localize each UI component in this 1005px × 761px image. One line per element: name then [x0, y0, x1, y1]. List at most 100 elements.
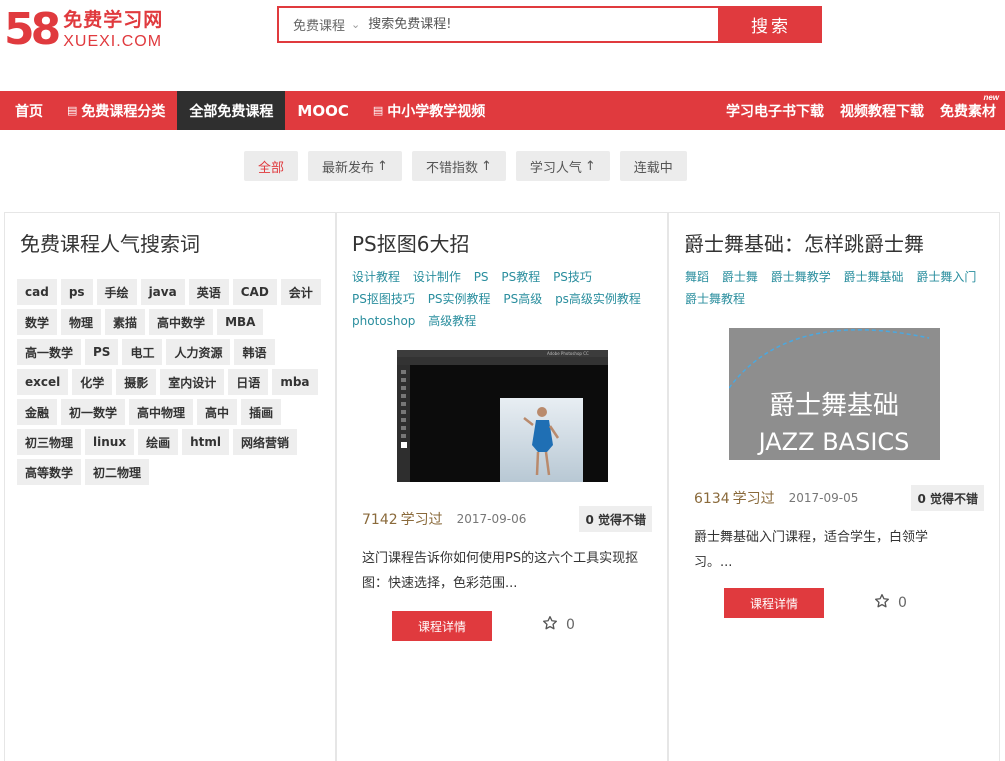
main-nav: 首页 ▤ 免费课程分类 全部免费课程 MOOC ▤ 中小学教学视频 学习电子书下载 … — [0, 91, 1005, 130]
search-tag[interactable]: java — [140, 279, 185, 305]
keyword-link[interactable]: 爵士舞教程 — [685, 292, 745, 306]
favorite-button[interactable]: 0 — [542, 615, 575, 635]
search-tag[interactable]: 会计 — [280, 279, 321, 305]
nav-ebook-download[interactable]: 学习电子书下载 — [718, 91, 832, 130]
publish-date: 2017-09-06 — [456, 512, 527, 526]
search-tag[interactable]: 日语 — [228, 369, 269, 395]
menu-icon: ▤ — [67, 104, 78, 117]
search-tag[interactable]: 化学 — [72, 369, 113, 395]
course-description: 爵士舞基础入门课程，适合学生，白领学习。... — [694, 530, 929, 570]
popular-search-title: 免费课程人气搜索词 — [20, 232, 200, 256]
course-thumbnail[interactable]: 爵士舞基础 JAZZ BASICS — [729, 328, 940, 460]
keyword-link[interactable]: 设计教程 — [352, 270, 400, 284]
search-tag[interactable]: 人力资源 — [166, 339, 231, 365]
search-tag[interactable]: PS — [85, 339, 119, 365]
keyword-link[interactable]: 爵士舞教学 — [771, 270, 831, 284]
search-tag[interactable]: 网络营销 — [233, 429, 298, 455]
nav-course-categories[interactable]: ▤ 免费课程分类 — [55, 91, 177, 130]
nav-all-courses[interactable]: 全部免费课程 — [177, 91, 286, 130]
search-button[interactable]: 搜索 — [720, 6, 822, 43]
course-detail-button[interactable]: 课程详情 — [392, 611, 492, 641]
search-tag[interactable]: 高等数学 — [17, 459, 82, 485]
search-tag[interactable]: 手绘 — [96, 279, 137, 305]
search-tag[interactable]: 高中物理 — [129, 399, 194, 425]
course-title[interactable]: PS抠图6大招 — [352, 228, 469, 257]
nav-mooc[interactable]: MOOC — [285, 91, 360, 130]
search-tag[interactable]: 数学 — [17, 309, 58, 335]
search-tag[interactable]: 室内设计 — [160, 369, 225, 395]
search-tag[interactable]: 高一数学 — [17, 339, 82, 365]
nav-video-download[interactable]: 视频教程下载 — [832, 91, 932, 130]
popular-search-panel: 免费课程人气搜索词 cad ps 手绘 java 英语 CAD 会计数学 物理 素描 高中数学 MB… — [4, 212, 336, 761]
filter-latest-label: 最新发布 — [322, 160, 375, 176]
search-tag[interactable]: 电工 — [122, 339, 163, 365]
search-tag[interactable]: 素描 — [105, 309, 146, 335]
course-stats: 6134 学习过 2017-09-05 0 觉得不错 — [694, 485, 984, 511]
logo-domain: XUEXI.COM — [63, 33, 163, 50]
search-tag[interactable]: mba — [272, 369, 318, 395]
keyword-link[interactable]: PS教程 — [501, 270, 540, 284]
keyword-link[interactable]: ps高级实例教程 — [555, 292, 641, 306]
sort-filters: 全部 最新发布 ↑ 不错指数 ↑ 学习人气 ↑ 连载中 — [244, 151, 697, 181]
filter-all[interactable]: 全部 — [244, 151, 299, 181]
search-tag[interactable]: 金融 — [17, 399, 58, 425]
course-thumbnail[interactable]: Adobe Photoshop CC — [397, 350, 608, 482]
course-title[interactable]: 爵士舞基础：怎样跳爵士舞 — [684, 228, 924, 257]
search-tag[interactable]: 英语 — [188, 279, 229, 305]
keyword-link[interactable]: 爵士舞基础 — [844, 270, 904, 284]
search-tag[interactable]: cad — [17, 279, 57, 305]
keyword-link[interactable]: photoshop — [352, 314, 415, 328]
search-tag[interactable]: ps — [60, 279, 93, 305]
learned-number: 7142 — [362, 512, 398, 528]
course-card: 爵士舞基础：怎样跳爵士舞 舞蹈 爵士舞 爵士舞教学 爵士舞基础 爵士舞入门 爵士… — [668, 212, 1000, 761]
filter-popularity[interactable]: 学习人气 ↑ — [515, 151, 610, 181]
search-tag[interactable]: 插画 — [241, 399, 282, 425]
learned-number: 6134 — [694, 491, 730, 507]
search-tag[interactable]: html — [182, 429, 229, 455]
popular-tag-list: cad ps 手绘 java 英语 CAD 会计数学 物理 素描 高中数学 MBA 高一数学 PS 电工人… — [17, 279, 332, 489]
site-logo[interactable]: 58 免费学习网 XUEXI.COM — [4, 6, 163, 56]
keyword-link[interactable]: PS实例教程 — [428, 292, 491, 306]
search-tag[interactable]: linux — [85, 429, 135, 455]
nav-home-label: 首页 — [15, 103, 43, 120]
keyword-link[interactable]: 设计制作 — [413, 270, 461, 284]
search-tag[interactable]: 初一数学 — [61, 399, 126, 425]
course-keywords: 舞蹈 爵士舞 爵士舞教学 爵士舞基础 爵士舞入门 爵士舞教程 — [685, 266, 997, 310]
nav-home[interactable]: 首页 — [0, 91, 55, 130]
keyword-link[interactable]: PS — [474, 270, 489, 284]
search-tag[interactable]: MBA — [217, 309, 264, 335]
course-detail-button[interactable]: 课程详情 — [724, 588, 824, 618]
search-tag[interactable]: excel — [17, 369, 69, 395]
search-tag[interactable]: 韩语 — [234, 339, 275, 365]
keyword-link[interactable]: 舞蹈 — [685, 270, 709, 284]
search-category-select[interactable]: 免费课程 ⌄ — [279, 15, 360, 34]
learned-count: 6134 学习过 — [694, 488, 775, 508]
keyword-link[interactable]: PS抠图技巧 — [352, 292, 415, 306]
search-tag[interactable]: 高中 — [197, 399, 238, 425]
keyword-link[interactable]: 高级教程 — [428, 314, 476, 328]
filter-latest[interactable]: 最新发布 ↑ — [308, 151, 402, 181]
search-tag[interactable]: CAD — [232, 279, 277, 305]
keyword-link[interactable]: PS技巧 — [553, 270, 592, 284]
search-tag[interactable]: 绘画 — [138, 429, 179, 455]
favorite-button[interactable]: 0 — [874, 593, 907, 613]
filter-serializing[interactable]: 连载中 — [619, 151, 687, 181]
like-button[interactable]: 0 觉得不错 — [911, 485, 984, 511]
search-tag[interactable]: 物理 — [61, 309, 102, 335]
keyword-link[interactable]: PS高级 — [503, 292, 542, 306]
search-tag[interactable]: 初三物理 — [17, 429, 82, 455]
nav-course-categories-label: 免费课程分类 — [81, 103, 166, 120]
search-tag[interactable]: 高中数学 — [149, 309, 214, 335]
search-box: 免费课程 ⌄ — [277, 6, 720, 43]
keyword-link[interactable]: 爵士舞入门 — [916, 270, 976, 284]
nav-free-materials[interactable]: 免费素材 new — [932, 91, 1005, 130]
like-button[interactable]: 0 觉得不错 — [579, 506, 652, 532]
filter-rating[interactable]: 不错指数 ↑ — [411, 151, 506, 181]
filter-all-label: 全部 — [258, 160, 285, 176]
search-tag[interactable]: 初二物理 — [85, 459, 150, 485]
filter-serializing-label: 连载中 — [633, 160, 673, 176]
nav-k12-videos[interactable]: ▤ 中小学教学视频 — [361, 91, 497, 130]
search-input[interactable] — [368, 17, 669, 32]
keyword-link[interactable]: 爵士舞 — [722, 270, 758, 284]
search-tag[interactable]: 摄影 — [116, 369, 157, 395]
